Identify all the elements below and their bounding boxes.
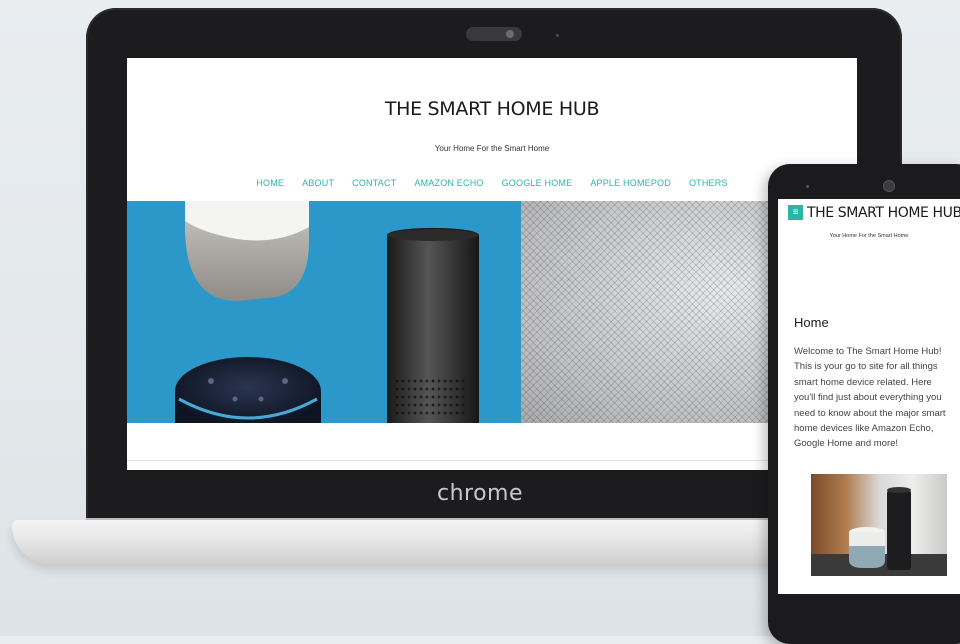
hero-banner [127, 201, 857, 423]
mobile-site-title[interactable]: THE SMART HOME HUB [807, 205, 960, 221]
google-home-device [185, 201, 309, 301]
phone-camera-icon [883, 180, 895, 192]
screen-divider [127, 460, 857, 461]
nav-item-about[interactable]: ABOUT [302, 178, 334, 188]
nav-item-google-home[interactable]: GOOGLE HOME [502, 178, 573, 188]
echo-dot-device [175, 357, 321, 423]
smart-speakers-illustration [175, 201, 479, 423]
amazon-echo-device [387, 228, 479, 423]
hamburger-icon[interactable]: ≡ [788, 205, 803, 220]
phone-sensor-dot [806, 185, 809, 188]
phone-screen: ≡ THE SMART HOME HUB Your Home For the S… [778, 199, 960, 594]
laptop-base [12, 520, 888, 564]
mobile-intro-text: Welcome to The Smart Home Hub! This is y… [794, 346, 946, 450]
main-nav: HOME ABOUT CONTACT AMAZON ECHO GOOGLE HO… [127, 178, 857, 188]
mobile-page-heading: Home [794, 315, 829, 330]
nav-item-apple-homepod[interactable]: APPLE HOMEPOD [590, 178, 671, 188]
site-title[interactable]: THE SMART HOME HUB [127, 98, 857, 120]
webcam-icon [506, 30, 514, 38]
site-tagline: Your Home For the Smart Home [434, 144, 550, 153]
nav-item-amazon-echo[interactable]: AMAZON ECHO [414, 178, 483, 188]
laptop-screen: THE SMART HOME HUB Your Home For the Sma… [127, 58, 857, 470]
webcam-indicator-dot [556, 34, 559, 37]
nav-item-others[interactable]: OTHERS [689, 178, 728, 188]
mobile-speakers-photo [811, 474, 947, 576]
nav-item-home[interactable]: HOME [256, 178, 284, 188]
mobile-site-tagline: Your Home For the Smart Home [829, 233, 909, 239]
speakers-photo-illustration [811, 487, 947, 576]
nav-item-contact[interactable]: CONTACT [352, 178, 396, 188]
